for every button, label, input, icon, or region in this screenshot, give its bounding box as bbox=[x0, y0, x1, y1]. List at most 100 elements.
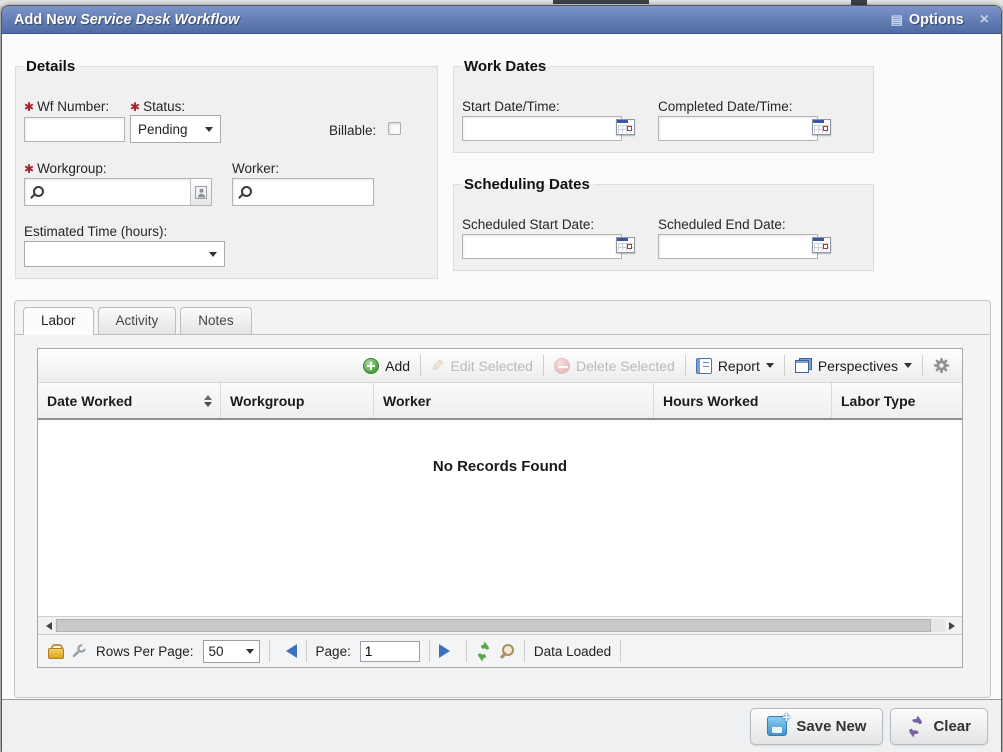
tab-labor[interactable]: Labor bbox=[23, 307, 94, 335]
scheduling-dates-legend: Scheduling Dates bbox=[460, 176, 594, 193]
refresh-icon[interactable] bbox=[476, 644, 491, 659]
add-workflow-dialog: Add New Service Desk Workflow ▤ Options … bbox=[1, 5, 1002, 752]
tab-activity[interactable]: Activity bbox=[98, 307, 177, 334]
delete-icon bbox=[554, 358, 570, 374]
toolbar-divider bbox=[420, 355, 421, 376]
billable-label: Billable: bbox=[329, 123, 376, 138]
worker-input[interactable] bbox=[232, 178, 374, 206]
workgroup-picker-button[interactable] bbox=[190, 179, 211, 205]
dialog-footer: Save New Clear bbox=[2, 699, 1001, 752]
edit-selected-button[interactable]: Edit Selected bbox=[431, 356, 533, 376]
background-artifact bbox=[553, 0, 649, 4]
pager-divider bbox=[269, 640, 270, 662]
scheduled-end-input[interactable] bbox=[658, 234, 818, 259]
toolbar-divider bbox=[922, 355, 923, 376]
scroll-left-icon[interactable] bbox=[38, 617, 55, 634]
perspectives-button[interactable]: Perspectives bbox=[795, 358, 912, 374]
pager-divider bbox=[524, 640, 525, 662]
pager-divider bbox=[466, 640, 467, 662]
close-icon[interactable]: × bbox=[980, 12, 989, 28]
chevron-down-icon bbox=[209, 252, 217, 261]
no-records-message: No Records Found bbox=[433, 458, 567, 475]
toolbar-divider bbox=[685, 355, 686, 376]
completed-datetime-label: Completed Date/Time: bbox=[658, 99, 793, 114]
options-label: Options bbox=[909, 12, 964, 28]
save-new-button[interactable]: Save New bbox=[750, 708, 883, 745]
workgroup-label: ✱Workgroup: bbox=[24, 161, 107, 176]
lock-icon[interactable] bbox=[48, 644, 62, 659]
delete-selected-button[interactable]: Delete Selected bbox=[554, 358, 675, 374]
perspectives-icon bbox=[795, 358, 812, 373]
status-select[interactable]: Pending bbox=[130, 115, 221, 143]
column-header-hours-worked[interactable]: Hours Worked bbox=[654, 383, 832, 418]
worker-label: Worker: bbox=[232, 161, 279, 176]
previous-page-icon[interactable] bbox=[279, 644, 297, 658]
options-button[interactable]: ▤ Options bbox=[891, 12, 964, 28]
data-loaded-status: Data Loaded bbox=[534, 644, 611, 659]
grid-pagination-bar: Rows Per Page: 50 Page: bbox=[38, 634, 962, 667]
next-page-icon[interactable] bbox=[439, 644, 457, 658]
required-marker: ✱ bbox=[130, 100, 140, 114]
save-icon bbox=[767, 716, 787, 736]
details-section: Details ✱Wf Number: ✱Status: Pending Bil… bbox=[15, 58, 438, 279]
completed-datetime-input[interactable] bbox=[658, 116, 818, 141]
scrollbar-track[interactable] bbox=[55, 619, 945, 632]
tab-strip: Labor Activity Notes bbox=[15, 301, 990, 335]
pencil-icon bbox=[431, 356, 444, 376]
grid-body: No Records Found bbox=[38, 420, 962, 616]
scheduling-dates-section: Scheduling Dates Scheduled Start Date: S… bbox=[453, 176, 874, 271]
calendar-icon[interactable] bbox=[616, 237, 635, 253]
labor-tab-panel: Labor Activity Notes Add Edit Selected bbox=[14, 300, 991, 698]
rows-per-page-select[interactable]: 50 bbox=[203, 640, 260, 663]
grid-toolbar: Add Edit Selected Delete Selected bbox=[38, 349, 962, 383]
horizontal-scrollbar[interactable] bbox=[38, 616, 962, 634]
page-label: Page: bbox=[316, 644, 351, 659]
chevron-down-icon bbox=[766, 363, 774, 372]
column-header-labor-type[interactable]: Labor Type bbox=[832, 383, 963, 418]
add-icon bbox=[363, 358, 379, 374]
billable-checkbox[interactable] bbox=[388, 122, 401, 135]
status-label: ✱Status: bbox=[130, 99, 185, 114]
estimated-time-label: Estimated Time (hours): bbox=[24, 224, 167, 239]
start-datetime-input[interactable] bbox=[462, 116, 622, 141]
clear-refresh-icon bbox=[907, 718, 924, 735]
search-icon bbox=[239, 186, 252, 199]
gear-icon[interactable] bbox=[933, 357, 950, 374]
calendar-icon[interactable] bbox=[616, 119, 635, 135]
chevron-down-icon bbox=[904, 363, 912, 372]
workgroup-input[interactable] bbox=[24, 178, 212, 206]
details-legend: Details bbox=[22, 58, 79, 75]
wf-number-label: ✱Wf Number: bbox=[24, 99, 109, 114]
clear-button[interactable]: Clear bbox=[890, 708, 988, 745]
labor-grid: Add Edit Selected Delete Selected bbox=[37, 348, 963, 668]
column-header-date-worked[interactable]: Date Worked bbox=[38, 383, 221, 418]
page-number-input[interactable] bbox=[360, 641, 420, 662]
column-header-worker[interactable]: Worker bbox=[374, 383, 654, 418]
add-button[interactable]: Add bbox=[363, 358, 410, 374]
grid-header-row: Date Worked Workgroup Worker Hours Worke… bbox=[38, 383, 962, 420]
chevron-down-icon bbox=[246, 649, 254, 658]
report-button[interactable]: Report bbox=[696, 358, 774, 374]
wf-number-input[interactable] bbox=[24, 117, 125, 142]
scrollbar-thumb[interactable] bbox=[56, 619, 931, 632]
pager-divider bbox=[620, 640, 621, 662]
wrench-icon[interactable] bbox=[71, 643, 87, 659]
scheduled-end-label: Scheduled End Date: bbox=[658, 217, 786, 232]
calendar-icon[interactable] bbox=[812, 119, 831, 135]
tab-notes[interactable]: Notes bbox=[180, 307, 251, 334]
scroll-right-icon[interactable] bbox=[945, 617, 962, 634]
calendar-icon[interactable] bbox=[812, 237, 831, 253]
report-icon bbox=[696, 358, 712, 374]
scheduled-start-input[interactable] bbox=[462, 234, 622, 259]
toolbar-divider bbox=[784, 355, 785, 376]
chevron-down-icon bbox=[205, 127, 213, 136]
status-value: Pending bbox=[138, 122, 188, 137]
start-datetime-label: Start Date/Time: bbox=[462, 99, 560, 114]
pager-divider bbox=[306, 640, 307, 662]
sort-icon[interactable] bbox=[204, 391, 212, 411]
toolbar-divider bbox=[543, 355, 544, 376]
column-header-workgroup[interactable]: Workgroup bbox=[221, 383, 374, 418]
estimated-time-select[interactable] bbox=[24, 241, 225, 267]
search-records-icon[interactable] bbox=[500, 644, 515, 659]
required-marker: ✱ bbox=[24, 162, 34, 176]
